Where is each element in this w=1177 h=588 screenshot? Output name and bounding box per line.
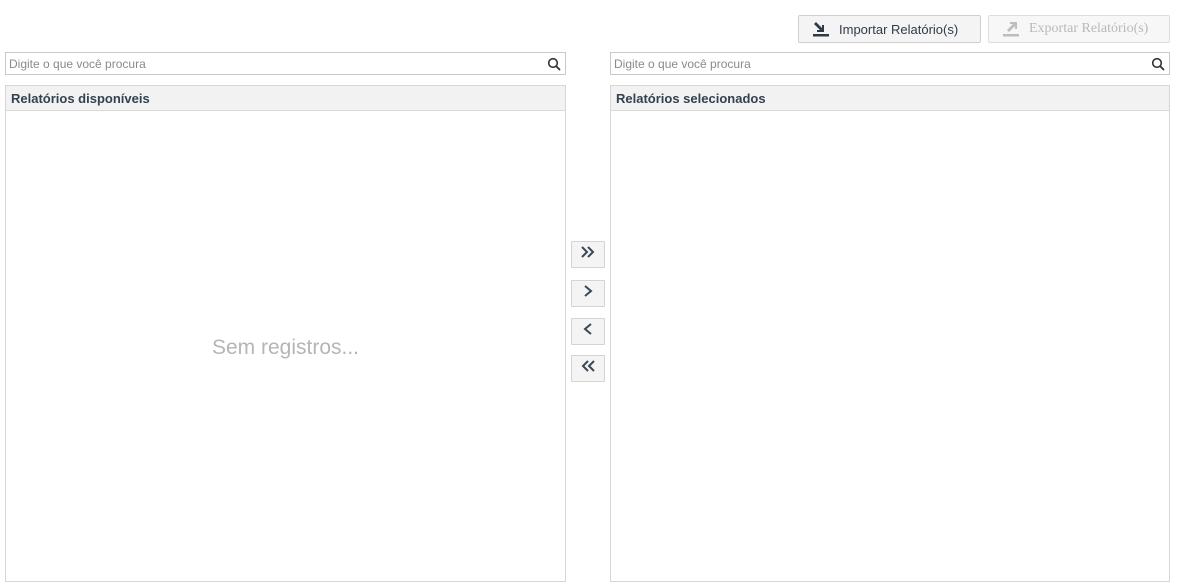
selected-search-field	[610, 52, 1170, 75]
move-right-button[interactable]	[571, 280, 605, 307]
empty-state-text: Sem registros...	[211, 336, 360, 359]
export-icon	[1001, 19, 1021, 39]
selected-search-input[interactable]	[614, 55, 1142, 72]
available-reports-panel: Relatórios disponíveis Sem registros...	[5, 85, 566, 582]
export-reports-button[interactable]: Exportar Relatório(s)	[988, 15, 1170, 43]
chevron-right-icon	[581, 284, 595, 303]
double-chevron-left-icon	[579, 359, 597, 378]
double-chevron-right-icon	[579, 245, 597, 264]
search-icon[interactable]	[1150, 56, 1166, 72]
import-icon	[811, 19, 831, 39]
available-search-input[interactable]	[9, 55, 538, 72]
selected-reports-panel: Relatórios selecionados	[610, 85, 1170, 582]
search-icon[interactable]	[546, 56, 562, 72]
available-reports-header: Relatórios disponíveis	[6, 86, 565, 111]
chevron-left-icon	[581, 322, 595, 341]
selected-reports-header: Relatórios selecionados	[611, 86, 1169, 111]
move-all-right-button[interactable]	[571, 241, 605, 268]
move-all-left-button[interactable]	[571, 355, 605, 382]
move-left-button[interactable]	[571, 318, 605, 345]
import-reports-label: Importar Relatório(s)	[839, 21, 959, 37]
import-reports-button[interactable]: Importar Relatório(s)	[798, 15, 981, 43]
export-reports-label: Exportar Relatório(s)	[1029, 21, 1149, 36]
available-search-field	[5, 52, 566, 75]
